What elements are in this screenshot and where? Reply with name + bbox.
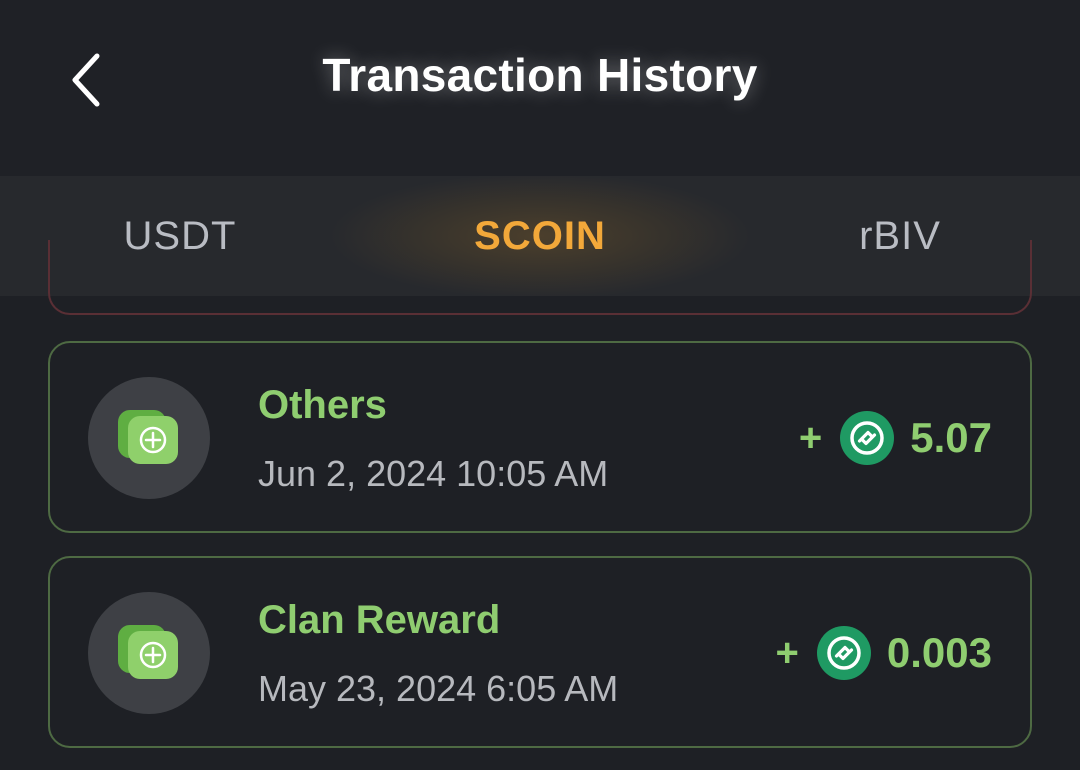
amount-sign: + — [798, 415, 823, 460]
transaction-card[interactable]: Clan Reward May 23, 2024 6:05 AM + 0.003 — [48, 556, 1032, 748]
amount-sign: + — [775, 630, 799, 675]
transaction-amount: + 0.003 — [776, 624, 992, 682]
transaction-date: Jun 2, 2024 10:05 AM — [258, 453, 609, 494]
amount-value: 0.003 — [886, 629, 992, 676]
amount-value: 5.07 — [910, 414, 992, 461]
scoin-icon — [840, 411, 895, 465]
plus-card-icon — [118, 625, 178, 679]
transaction-date: May 23, 2024 6:05 AM — [258, 668, 619, 709]
transaction-amount: + 5.07 — [799, 409, 992, 467]
transaction-title: Clan Reward — [258, 598, 501, 642]
previous-transaction-card-edge — [48, 240, 1032, 315]
transaction-type-icon-wrapper — [88, 377, 210, 499]
transaction-type-icon-wrapper — [88, 592, 210, 714]
page-title: Transaction History — [322, 49, 758, 101]
scoin-icon — [816, 626, 871, 680]
header-bar: Transaction History — [0, 0, 1080, 176]
transaction-history-screen: Transaction History USDT SCOIN rBIV Othe… — [0, 0, 1080, 770]
transaction-card[interactable]: Others Jun 2, 2024 10:05 AM + 5.07 — [48, 341, 1032, 533]
plus-card-icon — [118, 410, 178, 464]
transaction-title: Others — [258, 383, 387, 427]
